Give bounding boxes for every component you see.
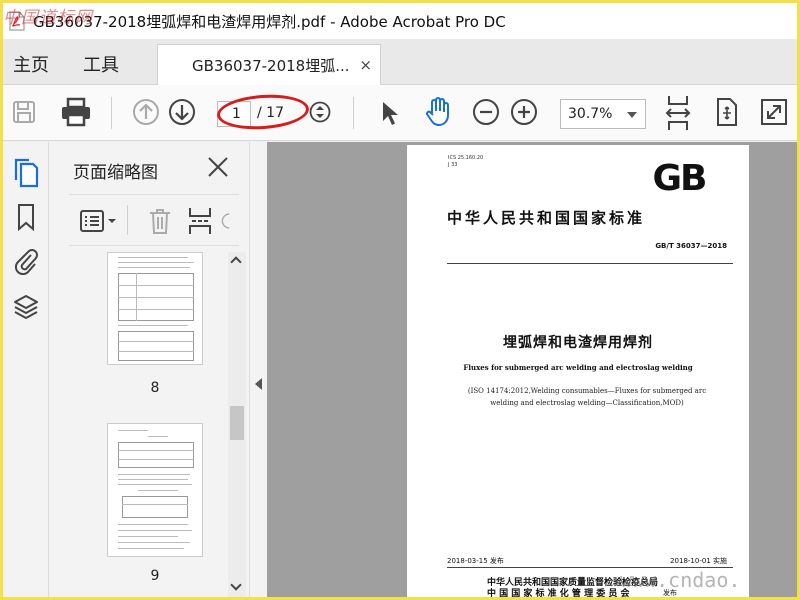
thumbnail-page-number: 9 [150,568,160,584]
iso-line-1: (ISO 14174:2012,Welding consumables—Flux… [467,387,707,395]
document-tab-label: GB36037-2018埋弧... [192,56,350,75]
panel-title: 页面缩略图 [73,163,158,183]
page-thumbnail[interactable] [107,252,203,365]
iso-reference: (ISO 14174:2012,Welding consumables—Flux… [447,385,727,409]
standard-number: GB/T 36037—2018 [655,242,727,250]
page-thumbnails-icon[interactable] [9,156,43,190]
attachments-icon[interactable] [9,244,43,278]
ics-code: ICS 25.160.20 J 33 [448,155,483,169]
title-chinese: 埋弧焊和电渣焊用焊剂 [503,335,653,351]
menu-tools[interactable]: 工具 [83,51,119,77]
scrollbar-thumb[interactable] [230,406,244,440]
bookmarks-icon[interactable] [9,200,43,234]
zoom-in-icon[interactable] [509,97,539,127]
header-rule [447,263,733,264]
thumbnails-panel: 页面缩略图 8 9 [49,142,249,597]
chevron-down-icon [627,112,637,118]
fit-width-icon[interactable] [663,93,693,133]
scroll-up-icon[interactable] [230,256,242,268]
panel-separator [127,205,128,235]
print-icon[interactable] [57,95,95,129]
document-tab[interactable]: GB36037-2018埋弧... × [157,44,381,85]
close-panel-icon[interactable] [205,154,231,180]
insert-page-icon[interactable] [185,205,215,237]
issue-date: 2018-03-15 发布 [447,557,504,565]
gb-logo-text: GB [653,159,706,195]
gb-logo: GB [644,158,714,199]
panel-toolbar [69,194,239,246]
menu-home[interactable]: 主页 [13,51,49,77]
thumbnails-list: 8 9 [69,252,227,597]
rotate-fit-icon[interactable] [709,95,743,129]
national-standard-heading: 中华人民共和国国家标准 [447,209,646,227]
ccs-number: J 33 [448,162,458,168]
layers-icon[interactable] [9,290,43,324]
navigation-rail [3,142,49,597]
rotate-page-icon[interactable] [221,205,239,237]
iso-line-2: welding and electroslag welding—Classifi… [490,399,684,407]
main-toolbar: 1 / 17 30.7% [3,85,797,141]
collapse-left-icon [255,378,262,390]
hand-tool-icon[interactable] [421,95,455,129]
pdf-page: ICS 25.160.20 J 33 GB 中华人民共和国国家标准 GB/T 3… [407,145,749,597]
page-stepper-icon[interactable] [307,99,333,125]
site-watermark: 中国道标网 [3,8,93,28]
zoom-value: 30.7% [568,106,613,122]
prev-page-icon[interactable] [131,97,161,127]
panel-collapse-handle[interactable] [249,142,267,597]
close-tab-icon[interactable]: × [359,56,372,74]
save-icon[interactable] [9,97,39,127]
zoom-out-icon[interactable] [471,97,501,127]
delete-page-icon[interactable] [145,205,175,237]
full-screen-icon[interactable] [759,97,789,127]
page-thumbnail[interactable] [107,423,203,557]
annotation-ellipse [215,91,311,133]
toolbar-separator [111,97,112,129]
acrobat-window: GB36037-2018埋弧焊和电渣焊用焊剂.pdf - Adobe Acrob… [3,3,797,597]
thumbnails-scrollbar[interactable] [228,252,246,597]
title-bar: GB36037-2018埋弧焊和电渣焊用焊剂.pdf - Adobe Acrob… [3,3,797,39]
window-title: GB36037-2018埋弧焊和电渣焊用焊剂.pdf - Adobe Acrob… [33,12,506,31]
document-view[interactable]: ICS 25.160.20 J 33 GB 中华人民共和国国家标准 GB/T 3… [267,142,797,597]
select-arrow-icon[interactable] [375,97,405,129]
menu-bar: 主页 工具 GB36037-2018埋弧... × [3,39,797,85]
implementation-date: 2018-10-01 实施 [670,557,727,565]
ics-number: ICS 25.160.20 [448,155,484,161]
thumbnail-page-number: 8 [150,380,160,396]
site-watermark-url: www.cndao. [620,568,741,592]
scroll-down-icon[interactable] [230,579,242,591]
next-page-icon[interactable] [167,97,197,127]
zoom-select[interactable]: 30.7% [560,99,646,129]
toolbar-separator [353,97,354,129]
title-english: Fluxes for submerged arc welding and ele… [463,363,693,372]
options-menu-icon[interactable] [79,207,119,235]
